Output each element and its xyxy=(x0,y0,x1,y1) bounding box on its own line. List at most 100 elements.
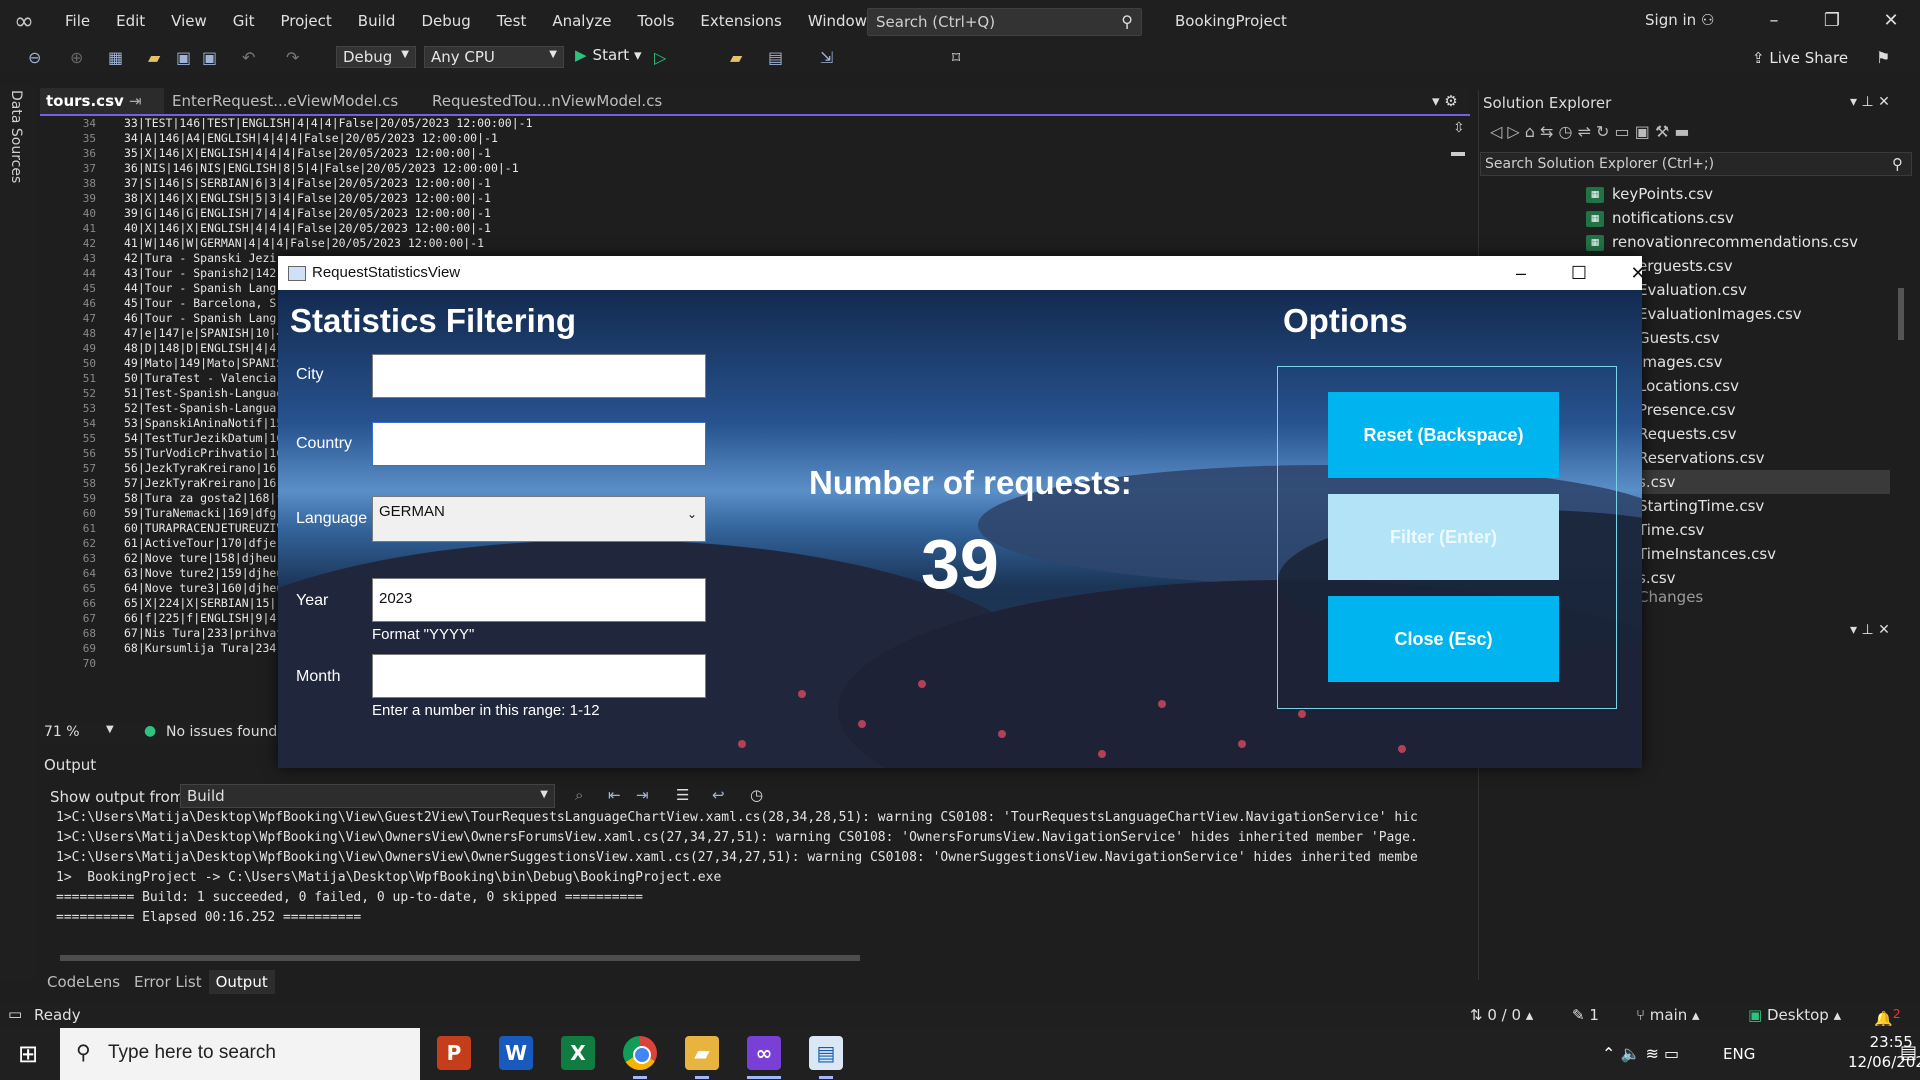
tab-requested-tour-viewmodel[interactable]: RequestedTou...nViewModel.cs xyxy=(426,88,668,114)
menu-item-git[interactable]: Git xyxy=(220,12,268,30)
solution-toolbar-icons[interactable]: ◁ ▷ ⌂ ⇆ ◷ ⇌ ↻ ▭ ▣ ⚒ ▬ xyxy=(1490,122,1690,141)
minimize-icon[interactable]: – xyxy=(1754,8,1794,34)
solution-file-item[interactable]: ▦ notifications.csv xyxy=(1480,206,1890,230)
country-input[interactable] xyxy=(372,422,706,466)
new-project-icon[interactable]: ▦ xyxy=(108,48,123,67)
code-line[interactable]: 35|X|146|X|ENGLISH|4|4|4|False|20/05/202… xyxy=(124,146,533,161)
tab-enter-request-viewmodel[interactable]: EnterRequest...eViewModel.cs xyxy=(166,88,404,114)
app-window-icon[interactable]: ▤ xyxy=(809,1036,843,1070)
menu-item-edit[interactable]: Edit xyxy=(103,12,158,30)
issues-status[interactable]: No issues found xyxy=(166,724,277,740)
solution-file-item[interactable]: ▦ keyPoints.csv xyxy=(1480,182,1890,206)
input-language[interactable]: ENG xyxy=(1723,1045,1755,1063)
tab-overflow-icon[interactable]: ▾ ⚙ xyxy=(1426,88,1464,114)
output-horizontal-scrollbar[interactable] xyxy=(48,952,1436,964)
branch-selector[interactable]: ⑂ main ▴ xyxy=(1636,1006,1700,1024)
undo-icon[interactable]: ↶ xyxy=(242,48,255,67)
menu-item-test[interactable]: Test xyxy=(484,12,540,30)
forward-icon[interactable]: ⊕ xyxy=(70,48,83,67)
target-selector[interactable]: ▣ Desktop ▴ xyxy=(1748,1006,1841,1024)
layout-icon[interactable]: ▤ xyxy=(768,48,783,67)
save-all-icon[interactable]: ▣ xyxy=(202,48,217,67)
pending-edits[interactable]: ✎ 1 xyxy=(1572,1006,1599,1024)
code-line[interactable]: 37|S|146|S|SERBIAN|6|3|4|False|20/05/202… xyxy=(124,176,533,191)
output-source-dropdown[interactable]: Build ▼ xyxy=(180,784,555,808)
powerpoint-icon[interactable]: P xyxy=(437,1036,471,1070)
menu-item-project[interactable]: Project xyxy=(267,12,344,30)
menu-item-file[interactable]: File xyxy=(52,12,103,30)
solution-search-input[interactable]: Search Solution Explorer (Ctrl+;) ⚲ xyxy=(1480,152,1912,176)
pointer-icon[interactable]: ⇲ xyxy=(820,48,833,67)
code-line[interactable]: 36|NIS|146|NIS|ENGLISH|8|5|4|False|20/05… xyxy=(124,161,533,176)
output-line[interactable]: 1>C:\Users\Matija\Desktop\WpfBooking\Vie… xyxy=(56,848,1446,868)
zoom-level[interactable]: 71 % xyxy=(44,724,80,740)
language-dropdown[interactable]: GERMAN ⌄ xyxy=(372,496,706,542)
code-line[interactable]: 34|A|146|A4|ENGLISH|4|4|4|False|20/05/20… xyxy=(124,131,533,146)
word-icon[interactable]: W xyxy=(499,1036,533,1070)
bottom-tab-output[interactable]: Output xyxy=(208,970,275,994)
data-sources-tab[interactable]: Data Sources xyxy=(8,90,24,183)
output-line[interactable]: 1> BookingProject -> C:\Users\Matija\Des… xyxy=(56,868,1446,888)
find-message-icon[interactable]: ⌕ xyxy=(575,786,583,804)
open-icon[interactable]: ▰ xyxy=(148,48,160,67)
platform-dropdown[interactable]: Any CPU ▼ xyxy=(424,46,564,68)
code-line[interactable]: 33|TEST|146|TEST|ENGLISH|4|4|4|False|20/… xyxy=(124,116,533,131)
search-input[interactable]: Search (Ctrl+Q) ⚲ xyxy=(867,8,1142,36)
city-input[interactable] xyxy=(372,354,706,398)
code-line[interactable]: 38|X|146|X|ENGLISH|5|3|4|False|20/05/202… xyxy=(124,191,533,206)
month-input[interactable] xyxy=(372,654,706,698)
year-input[interactable] xyxy=(372,578,706,622)
git-changes-tab[interactable]: Changes xyxy=(1638,588,1703,606)
bottom-tab-codelens[interactable]: CodeLens xyxy=(40,970,127,994)
close-icon[interactable]: ✕ xyxy=(1871,8,1911,34)
menu-item-analyze[interactable]: Analyze xyxy=(539,12,624,30)
filter-button[interactable]: Filter (Enter) xyxy=(1328,494,1559,580)
back-icon[interactable]: ⊖ xyxy=(28,48,41,67)
configuration-dropdown[interactable]: Debug ▼ xyxy=(336,46,416,68)
solution-scrollbar[interactable] xyxy=(1896,184,1906,574)
code-line[interactable]: 39|G|146|G|ENGLISH|7|4|4|False|20/05/202… xyxy=(124,206,533,221)
tab-tours-csv[interactable]: tours.csv ⇥ ✕ xyxy=(40,88,164,136)
folder-icon[interactable]: ▰ xyxy=(730,48,742,67)
next-message-icon[interactable]: ⇥ xyxy=(636,786,649,804)
output-line[interactable]: 1>C:\Users\Matija\Desktop\WpfBooking\Vie… xyxy=(56,828,1446,848)
dialog-minimize-icon[interactable]: – xyxy=(1494,258,1548,288)
chevron-down-icon[interactable]: ▼ xyxy=(106,724,114,735)
windows-start-icon[interactable]: ⊞ xyxy=(18,1040,38,1068)
feedback-icon[interactable]: ⚑ xyxy=(1876,48,1890,67)
start-button[interactable]: ▶ Start ▾ xyxy=(575,46,642,64)
system-tray-icons[interactable]: ⌃ 🔈 ≋ ▭ xyxy=(1602,1044,1679,1063)
word-wrap-icon[interactable]: ↩ xyxy=(712,786,725,804)
notifications-icon[interactable]: 🔔2 xyxy=(1874,1006,1901,1028)
reset-button[interactable]: Reset (Backspace) xyxy=(1328,392,1559,478)
code-line[interactable]: 41|W|146|W|GERMAN|4|4|4|False|20/05/2023… xyxy=(124,236,533,251)
menu-item-extensions[interactable]: Extensions xyxy=(687,12,794,30)
taskbar-search-input[interactable]: ⚲ Type here to search xyxy=(60,1028,420,1080)
prev-message-icon[interactable]: ⇤ xyxy=(608,786,621,804)
code-line[interactable]: 40|X|146|X|ENGLISH|4|4|4|False|20/05/202… xyxy=(124,221,533,236)
restore-icon[interactable]: ❐ xyxy=(1812,8,1852,34)
visual-studio-icon[interactable]: ∞ xyxy=(747,1036,781,1070)
save-icon[interactable]: ▣ xyxy=(176,48,191,67)
clear-all-icon[interactable]: ☰ xyxy=(676,786,689,804)
output-line[interactable]: 1>C:\Users\Matija\Desktop\WpfBooking\Vie… xyxy=(56,808,1446,828)
start-without-debugging-icon[interactable]: ▷ xyxy=(654,48,666,67)
solution-file-item[interactable]: ▦ renovationrecommendations.csv xyxy=(1480,230,1890,254)
line-changes[interactable]: ⇅ 0 / 0 ▴ xyxy=(1470,1006,1533,1024)
sign-in-link[interactable]: Sign in ⚇ xyxy=(1645,11,1714,29)
close-button[interactable]: Close (Esc) xyxy=(1328,596,1559,682)
chrome-icon[interactable] xyxy=(623,1036,657,1070)
panel-options-icon[interactable]: ▾ ⊥ ✕ xyxy=(1850,94,1890,110)
action-center-icon[interactable]: ▤ xyxy=(1900,1042,1917,1063)
output-text[interactable]: 1>C:\Users\Matija\Desktop\WpfBooking\Vie… xyxy=(56,808,1446,928)
live-share-button[interactable]: ⇪ Live Share xyxy=(1752,49,1848,67)
file-explorer-icon[interactable]: ▰ xyxy=(685,1036,719,1070)
bottom-tab-error-list[interactable]: Error List xyxy=(127,970,209,994)
redo-icon[interactable]: ↷ xyxy=(286,48,299,67)
menu-item-view[interactable]: View xyxy=(158,12,220,30)
properties-options-icon[interactable]: ▾ ⊥ ✕ xyxy=(1850,622,1890,638)
dialog-maximize-icon[interactable]: ☐ xyxy=(1552,258,1606,288)
output-line[interactable]: ========== Build: 1 succeeded, 0 failed,… xyxy=(56,888,1446,908)
menu-item-build[interactable]: Build xyxy=(345,12,409,30)
menu-item-tools[interactable]: Tools xyxy=(624,12,687,30)
